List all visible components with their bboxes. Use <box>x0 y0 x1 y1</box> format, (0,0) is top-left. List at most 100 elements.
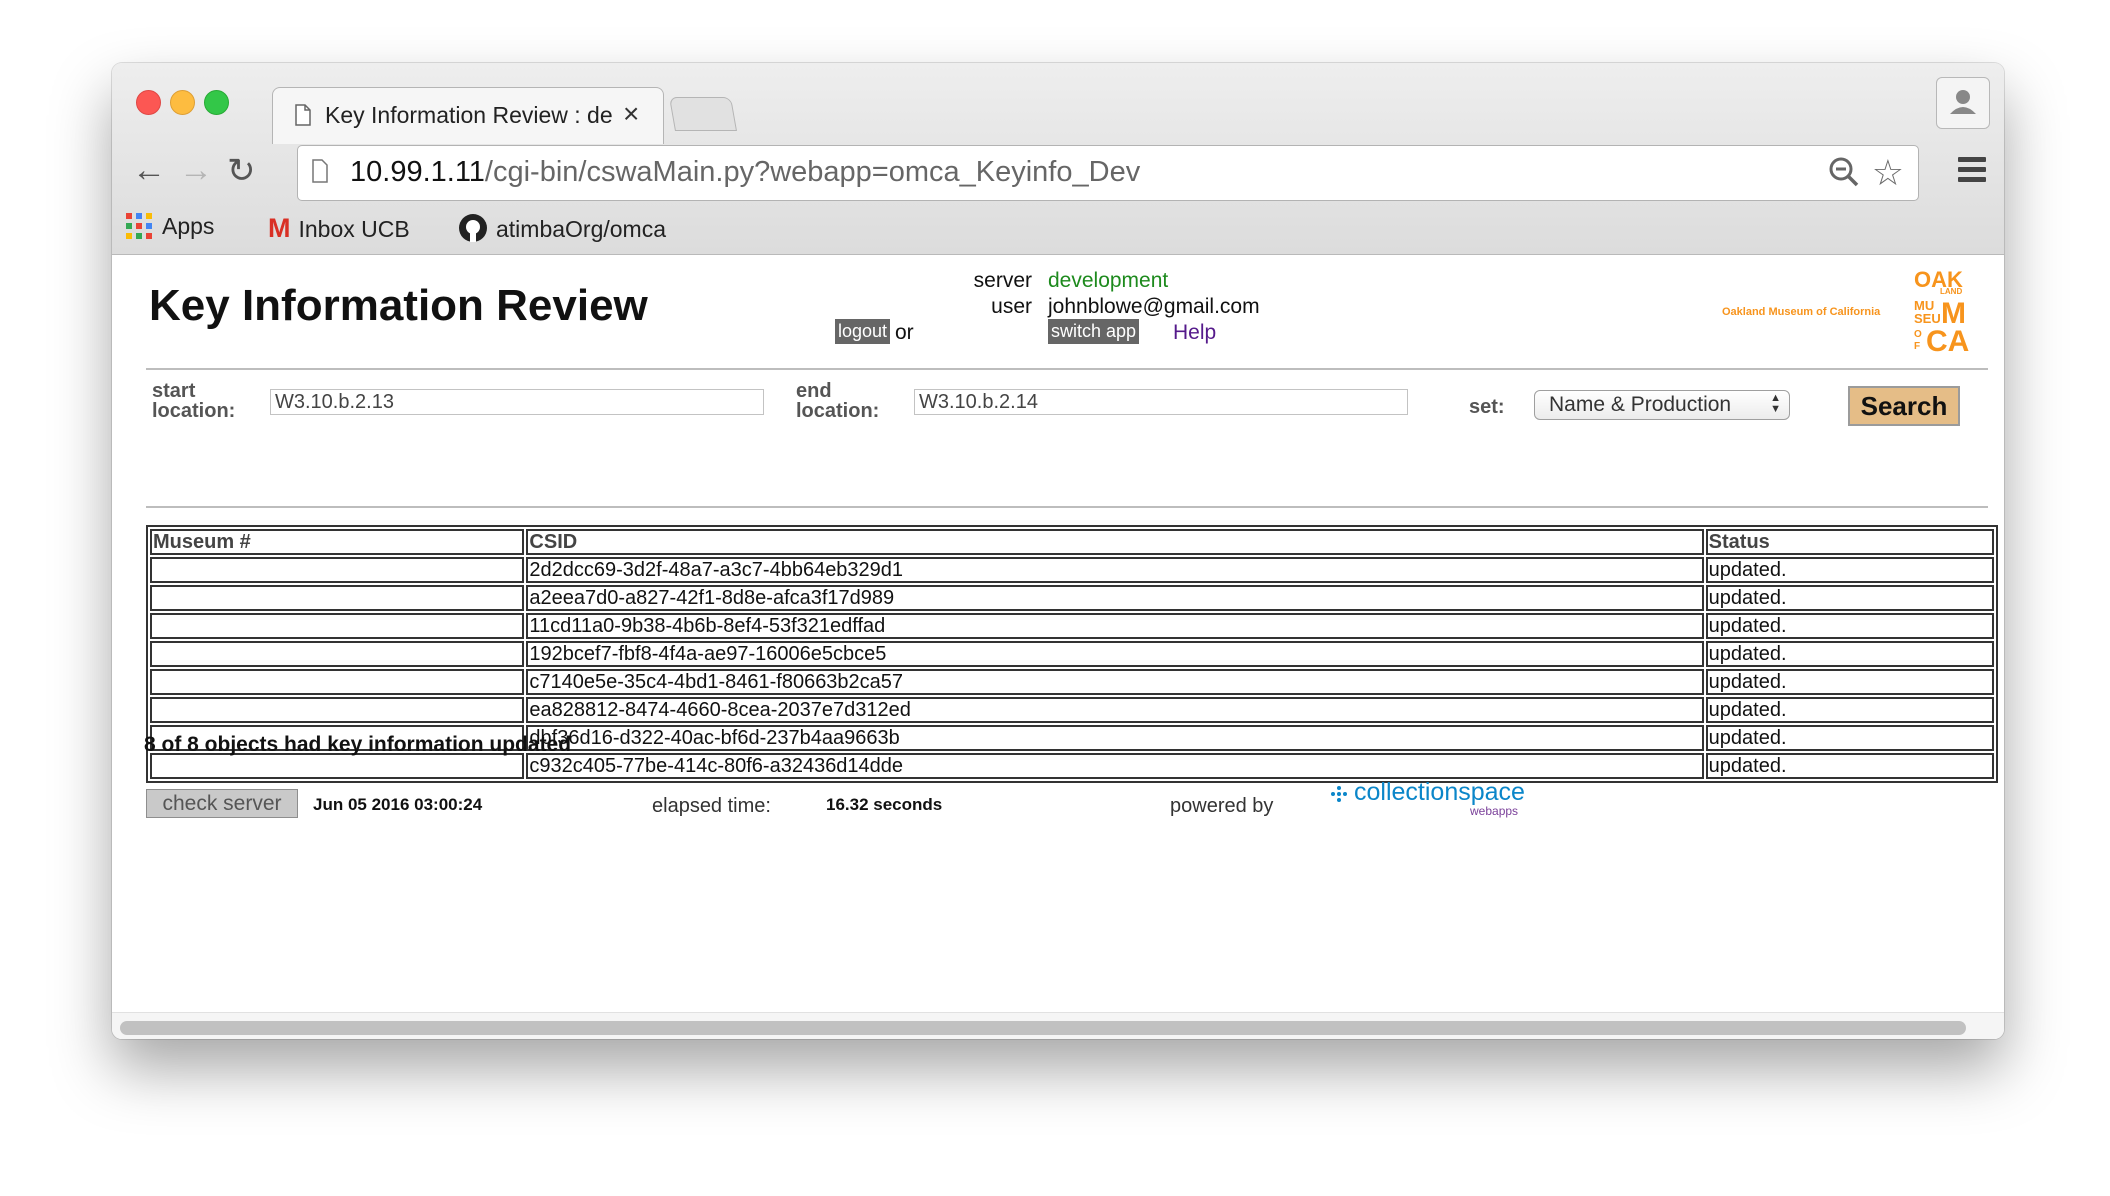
museum-number-cell <box>150 557 525 583</box>
table-header-row: Museum # CSID Status <box>150 529 1994 555</box>
browser-tab-active[interactable]: Key Information Review : de × <box>272 87 664 144</box>
end-label-line1: end <box>796 380 832 402</box>
start-label-line2: location: <box>152 400 236 422</box>
bookmark-github[interactable]: atimbaOrg/omca <box>458 213 666 243</box>
search-button[interactable]: Search <box>1848 386 1960 426</box>
server-label: server <box>973 269 1032 292</box>
elapsed-time-value: 16.32 seconds <box>826 795 943 814</box>
tab-title: Key Information Review : de <box>325 102 613 128</box>
switch-app-button[interactable]: switch app <box>1048 319 1140 344</box>
person-icon <box>1950 90 1976 114</box>
csid-cell: 11cd11a0-9b38-4b6b-8ef4-53f321edffad <box>526 613 1704 639</box>
select-arrows-icon: ▲ ▼ <box>1770 392 1781 415</box>
address-bar[interactable]: 10.99.1.11/cgi-bin/cswaMain.py?webapp=om… <box>297 145 1919 201</box>
header-csid: CSID <box>526 529 1704 555</box>
status-cell: updated. <box>1705 641 1994 667</box>
browser-chrome: Key Information Review : de × ← → ↻ 10.9… <box>112 63 2004 255</box>
bookmark-apps-label: Apps <box>162 213 215 239</box>
check-server-button[interactable]: check server <box>146 789 298 818</box>
table-row: 192bcef7-fbf8-4f4a-ae97-16006e5cbce5 upda… <box>150 641 1994 667</box>
logout-button[interactable]: logout <box>835 319 891 344</box>
browser-window: Key Information Review : de × ← → ↻ 10.9… <box>112 63 2004 1039</box>
profile-button[interactable] <box>1936 77 1990 129</box>
end-label-line2: location: <box>796 400 880 422</box>
status-cell: updated. <box>1705 669 1994 695</box>
end-location-input[interactable] <box>914 389 1408 415</box>
collectionspace-name: collectionspace <box>1354 778 1525 806</box>
summary-text: 8 of 8 objects had key information updat… <box>144 733 572 756</box>
status-cell: updated. <box>1705 753 1994 779</box>
bookmark-inbox[interactable]: M Inbox UCB <box>268 213 410 244</box>
csid-cell: ea828812-8474-4660-8cea-2037e7d312ed <box>526 697 1704 723</box>
end-location-label: end location: <box>796 381 879 421</box>
csid-cell: dbf36d16-d322-40ac-bf6d-237b4aa9663b <box>526 725 1704 751</box>
gmail-icon: M <box>268 213 291 243</box>
set-label: set: <box>1469 396 1505 418</box>
status-cell: updated. <box>1705 585 1994 611</box>
svg-text:CA: CA <box>1926 325 1969 353</box>
collectionspace-dots-icon <box>1331 786 1347 802</box>
zoom-window-button[interactable] <box>204 90 229 115</box>
github-icon <box>459 214 487 242</box>
museum-number-cell <box>150 641 525 667</box>
scrollbar-thumb[interactable] <box>120 1021 1966 1035</box>
menu-icon[interactable] <box>1958 157 1986 187</box>
set-select[interactable]: Name & Production ▲ ▼ <box>1534 390 1790 420</box>
table-row: a2eea7d0-a827-42f1-8d8e-afca3f17d989 upda… <box>150 585 1994 611</box>
zoom-icon[interactable] <box>1828 156 1860 188</box>
reload-icon[interactable]: ↻ <box>227 151 256 191</box>
forward-arrow-icon[interactable]: → <box>179 151 213 190</box>
new-tab-button[interactable] <box>669 97 737 131</box>
header-divider <box>146 368 1988 370</box>
bookmark-apps[interactable]: Apps <box>126 213 214 240</box>
form-divider <box>146 506 1988 508</box>
powered-by-label: powered by <box>1170 795 1274 817</box>
horizontal-scrollbar[interactable] <box>112 1012 2004 1039</box>
minimize-window-button[interactable] <box>170 90 195 115</box>
bookmark-star-icon[interactable]: ☆ <box>1872 152 1904 194</box>
table-row: 11cd11a0-9b38-4b6b-8ef4-53f321edffad upda… <box>150 613 1994 639</box>
table-row: ea828812-8474-4660-8cea-2037e7d312ed upda… <box>150 697 1994 723</box>
svg-text:F: F <box>1914 341 1920 352</box>
start-location-input[interactable] <box>270 389 764 415</box>
url-host: 10.99.1.11 <box>350 156 485 188</box>
page-content: Key Information Review server user logou… <box>112 255 2004 1039</box>
url-path: /cgi-bin/cswaMain.py?webapp=omca_Keyinfo… <box>484 156 1141 188</box>
svg-text:LAND: LAND <box>1940 287 1962 296</box>
or-text: or <box>895 321 914 344</box>
elapsed-time-label: elapsed time: <box>652 795 771 817</box>
table-row: c7140e5e-35c4-4bd1-8461-f80663b2ca57 upda… <box>150 669 1994 695</box>
header-museum-number: Museum # <box>150 529 525 555</box>
collectionspace-sub: webapps <box>1470 804 1519 818</box>
svg-text:SEU: SEU <box>1914 311 1941 326</box>
page-icon <box>312 159 328 183</box>
server-value: development <box>1048 269 1169 292</box>
tab-close-icon[interactable]: × <box>623 98 639 130</box>
start-location-label: start location: <box>152 381 235 421</box>
user-value: johnblowe@gmail.com <box>1048 295 1260 318</box>
header-status: Status <box>1705 529 1994 555</box>
user-label: user <box>991 295 1032 318</box>
apps-grid-icon <box>126 213 152 239</box>
museum-number-cell <box>150 669 525 695</box>
museum-name: Oakland Museum of California <box>1722 306 1881 318</box>
bookmark-inbox-label: Inbox UCB <box>298 216 410 242</box>
close-window-button[interactable] <box>136 90 161 115</box>
status-cell: updated. <box>1705 613 1994 639</box>
back-arrow-icon[interactable]: ← <box>132 151 166 190</box>
csid-cell: a2eea7d0-a827-42f1-8d8e-afca3f17d989 <box>526 585 1704 611</box>
csid-cell: c7140e5e-35c4-4bd1-8461-f80663b2ca57 <box>526 669 1704 695</box>
status-cell: updated. <box>1705 725 1994 751</box>
page-title: Key Information Review <box>149 281 648 330</box>
svg-text:O: O <box>1914 329 1922 340</box>
museum-number-cell <box>150 585 525 611</box>
help-link[interactable]: Help <box>1173 321 1216 345</box>
set-select-value: Name & Production <box>1549 393 1732 416</box>
csid-cell: c932c405-77be-414c-80f6-a32436d14dde <box>526 753 1704 779</box>
table-row: 2d2dcc69-3d2f-48a7-a3c7-4bb64eb329d1 upda… <box>150 557 1994 583</box>
status-cell: updated. <box>1705 557 1994 583</box>
url-text[interactable]: 10.99.1.11/cgi-bin/cswaMain.py?webapp=om… <box>350 156 1140 189</box>
museum-number-cell <box>150 697 525 723</box>
document-icon <box>295 104 311 126</box>
csid-cell: 192bcef7-fbf8-4f4a-ae97-16006e5cbce5 <box>526 641 1704 667</box>
